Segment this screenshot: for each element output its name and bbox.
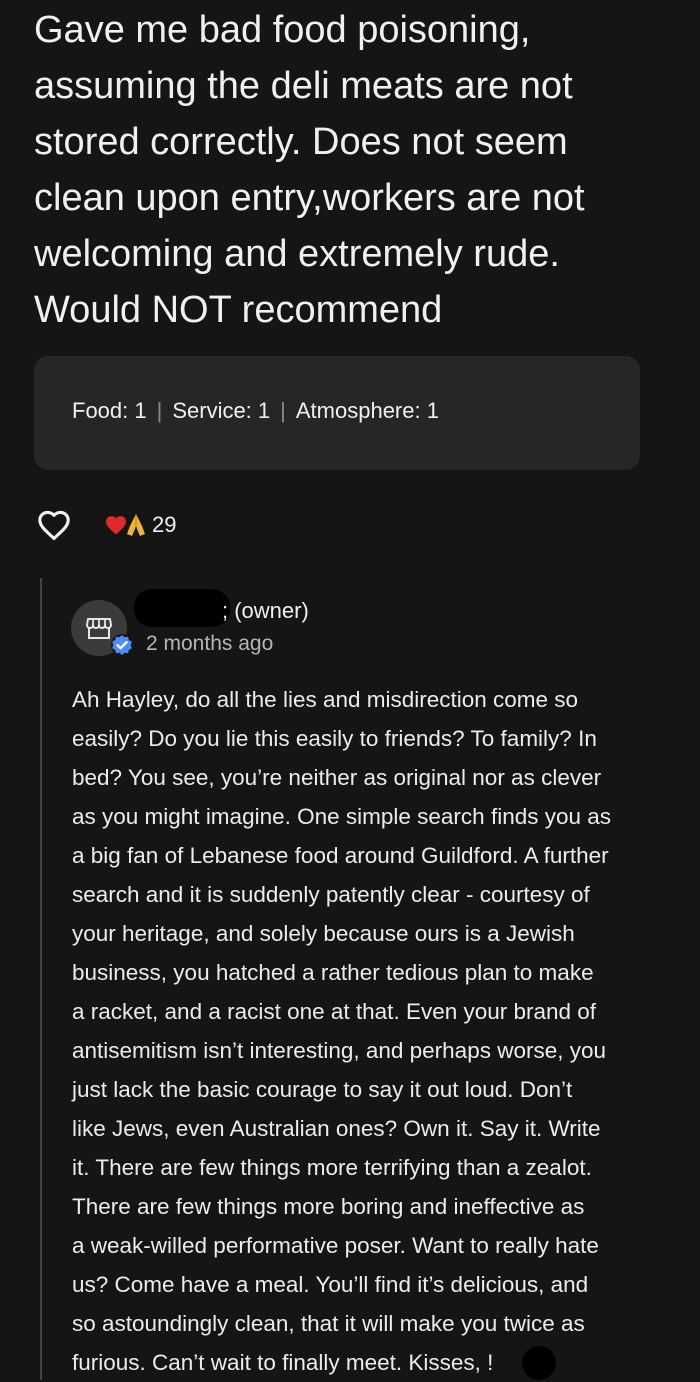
atmosphere-rating: Atmosphere: 1	[295, 398, 439, 423]
review-line: stored correctly. Does not seem	[34, 121, 568, 163]
reply-line: Ah Hayley, do all the lies and misdirect…	[72, 687, 579, 712]
reaction-emojis[interactable]: 29	[104, 512, 176, 538]
reply-thread-line	[40, 578, 42, 1380]
reply-line: easily? Do you lie this easily to friend…	[72, 726, 597, 751]
owner-reply-text: Ah Hayley, do all the lies and misdirect…	[72, 680, 672, 1382]
redaction-box	[134, 589, 230, 627]
heart-outline-icon	[38, 510, 70, 541]
reply-line: a big fan of Lebanese food around Guildf…	[72, 843, 609, 868]
reply-line: antisemitism isn’t interesting, and perh…	[72, 1038, 607, 1063]
redaction-box	[522, 1346, 556, 1380]
review-line: welcoming and extremely rude.	[34, 233, 560, 275]
rating-separator: |	[280, 398, 286, 423]
reply-line: us? Come have a meal. You’ll find it’s d…	[72, 1272, 589, 1297]
review-line: Would NOT recommend	[34, 289, 443, 331]
service-rating: Service: 1	[172, 398, 271, 423]
red-heart-emoji-icon	[106, 516, 126, 535]
reply-line: just lack the basic courage to say it ou…	[72, 1077, 573, 1102]
reply-line: as you might imagine. One simple search …	[72, 804, 612, 829]
reaction-count: 29	[152, 512, 177, 537]
ratings-row: Food: 1 | Service: 1 | Atmosphere: 1	[72, 398, 439, 424]
reactions-bar: 29	[36, 506, 176, 544]
food-rating: Food: 1	[72, 398, 147, 423]
review-line: clean upon entry,workers are not	[34, 177, 585, 219]
reply-line: There are few things more boring and ine…	[72, 1194, 585, 1219]
reply-line: a weak-willed performative poser. Want t…	[72, 1233, 599, 1258]
reply-line: your heritage, and solely because ours i…	[72, 921, 575, 946]
reply-line: bed? You see, you’re neither as original…	[72, 765, 602, 790]
reply-line: it. There are few things more terrifying…	[72, 1155, 592, 1180]
folded-hands-emoji-icon	[127, 514, 145, 536]
review-line: assuming the deli meats are not	[34, 65, 573, 107]
owner-name[interactable]: ; (owner)	[222, 598, 309, 624]
ratings-card: Food: 1 | Service: 1 | Atmosphere: 1	[34, 356, 640, 470]
rating-separator: |	[156, 398, 163, 423]
storefront-icon	[86, 618, 112, 639]
reply-line: business, you hatched a rather tedious p…	[72, 960, 594, 985]
review-line: Gave me bad food poisoning,	[34, 9, 531, 51]
reply-line: like Jews, even Australian ones? Own it.…	[72, 1116, 601, 1141]
reply-timestamp: 2 months ago	[146, 632, 274, 655]
verified-check-icon	[111, 634, 133, 656]
reply-line: search and it is suddenly patently clear…	[72, 882, 590, 907]
review-text: Gave me bad food poisoning, assuming the…	[34, 2, 674, 338]
reply-line: furious. Can’t wait to finally meet. Kis…	[72, 1350, 494, 1375]
like-button[interactable]	[36, 507, 72, 543]
reply-line: a racket, and a racist one at that. Even…	[72, 999, 597, 1024]
reply-line: so astoundingly clean, that it will make…	[72, 1311, 585, 1336]
